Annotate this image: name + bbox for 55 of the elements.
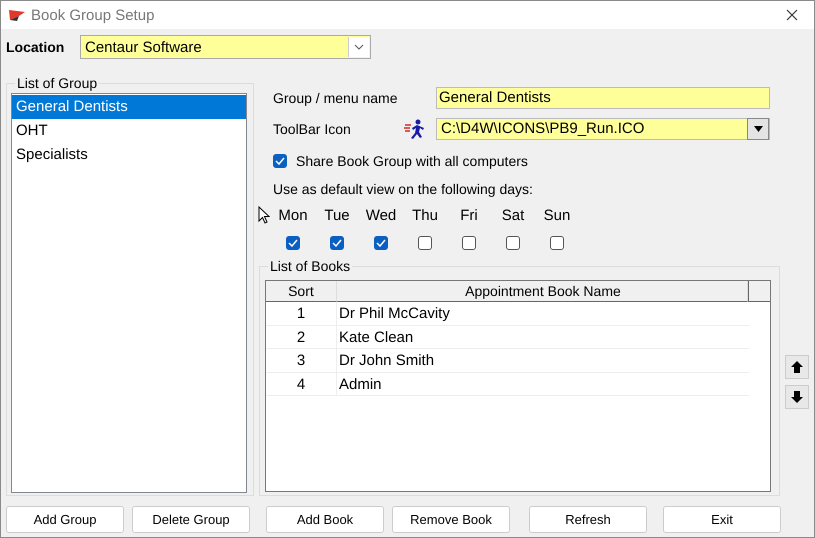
- move-down-button[interactable]: [785, 385, 809, 409]
- dropdown-arrow-icon: [754, 126, 762, 132]
- table-cell: Dr Phil McCavity: [337, 302, 749, 326]
- window-title: Book Group Setup: [31, 6, 156, 24]
- table-cell: 1: [266, 302, 337, 326]
- field-label: Group / menu name: [273, 90, 399, 106]
- field-label: ToolBar Icon: [273, 121, 352, 138]
- day-checkbox[interactable]: [506, 236, 520, 250]
- day-label: Sat: [502, 207, 524, 225]
- table-cell: Kate Clean: [337, 326, 749, 349]
- mouse-cursor-icon: [258, 206, 270, 224]
- column-header[interactable]: Appointment Book Name: [336, 281, 748, 302]
- day-checkbox[interactable]: [286, 236, 300, 250]
- day-checkbox[interactable]: [330, 236, 344, 250]
- running-figure-icon: [403, 118, 425, 140]
- group-frame-title: List of Group: [15, 75, 100, 91]
- table-cell: Dr John Smith: [337, 349, 749, 372]
- table-cell: 2: [266, 326, 337, 349]
- table-cell: 4: [266, 372, 337, 396]
- day-label: Fri: [460, 207, 478, 225]
- day-checkbox[interactable]: [374, 236, 388, 250]
- day-label: Wed: [366, 207, 396, 225]
- arrow-down-icon: [790, 390, 804, 404]
- share-checkbox[interactable]: [273, 154, 287, 168]
- action-button[interactable]: Add Book: [266, 506, 384, 533]
- location-dropdown[interactable]: Centaur Software: [80, 35, 371, 59]
- column-header[interactable]: Sort: [266, 281, 337, 302]
- close-icon[interactable]: [786, 9, 798, 21]
- group-list-item[interactable]: Specialists: [12, 143, 246, 167]
- toolbar-icon-dropdown[interactable]: C:\D4W\ICONS\PB9_Run.ICO: [436, 118, 770, 140]
- day-checkbox[interactable]: [418, 236, 432, 250]
- action-button[interactable]: Delete Group: [132, 506, 250, 533]
- location-label: Location: [6, 39, 66, 55]
- day-label: Mon: [278, 207, 308, 225]
- day-label: Thu: [412, 207, 438, 225]
- action-button[interactable]: Remove Book: [392, 506, 510, 533]
- action-button[interactable]: Add Group: [6, 506, 124, 533]
- group-name-field[interactable]: General Dentists: [436, 87, 770, 110]
- move-up-button[interactable]: [785, 355, 809, 379]
- table-cell: Admin: [337, 372, 749, 396]
- arrow-up-icon: [790, 360, 804, 374]
- action-button[interactable]: Exit: [663, 506, 781, 533]
- day-label: Tue: [324, 207, 350, 225]
- table-cell: 3: [266, 349, 337, 372]
- days-label: Use as default view on the following days:: [273, 180, 534, 199]
- day-label: Sun: [544, 207, 570, 225]
- group-list-item[interactable]: General Dentists: [12, 95, 246, 119]
- action-button[interactable]: Refresh: [529, 506, 647, 533]
- day-checkbox[interactable]: [462, 236, 476, 250]
- books-frame-title: List of Books: [268, 258, 352, 274]
- group-list-item[interactable]: OHT: [12, 119, 246, 143]
- chevron-down-icon: [354, 44, 364, 50]
- checkbox-label: Share Book Group with all computers: [296, 152, 528, 169]
- day-checkbox[interactable]: [550, 236, 564, 250]
- app-logo-icon: [7, 8, 27, 22]
